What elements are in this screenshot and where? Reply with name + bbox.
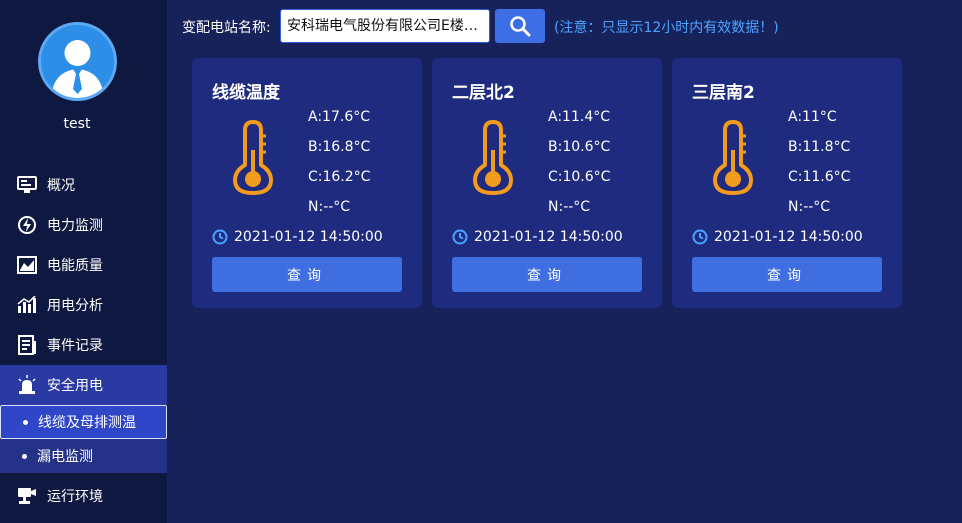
sidebar-item-label: 运行环境 — [47, 489, 103, 505]
sidebar-item-label: 电能质量 — [47, 258, 103, 274]
sidebar-item-overview[interactable]: 概况 — [0, 165, 167, 205]
timestamp: 2021-01-12 14:50:00 — [234, 229, 383, 245]
query-button[interactable]: 查询 — [692, 257, 882, 292]
reading-b: B:10.6°C — [548, 139, 611, 155]
user-avatar-icon — [51, 40, 104, 98]
timestamp-row: 2021-01-12 14:50:00 — [692, 229, 863, 245]
reading-a: A:11.4°C — [548, 109, 610, 125]
sidebar-item-label: 安全用电 — [47, 378, 103, 394]
temperature-card: 线缆温度 A:17.6°C B:16.8°C C:16.2°C N:--°C 2… — [192, 58, 422, 308]
card-title: 线缆温度 — [212, 83, 280, 103]
station-name-label: 变配电站名称: — [182, 20, 271, 36]
search-button[interactable] — [495, 9, 545, 43]
timestamp: 2021-01-12 14:50:00 — [474, 229, 623, 245]
reading-n: N:--°C — [788, 199, 831, 215]
sidebar-item-label: 事件记录 — [47, 338, 103, 354]
readings: A:17.6°C B:16.8°C C:16.2°C N:--°C — [308, 110, 370, 230]
sidebar-subitem-cable-busbar-temp[interactable]: 线缆及母排测温 — [0, 405, 167, 439]
camera-icon — [17, 486, 37, 506]
sidebar-item-power-quality[interactable]: 电能质量 — [0, 245, 167, 285]
timestamp: 2021-01-12 14:50:00 — [714, 229, 863, 245]
card-title: 二层北2 — [452, 83, 515, 103]
sidebar-item-label: 用电分析 — [47, 298, 103, 314]
reading-a: A:11°C — [788, 109, 837, 125]
bar-chart-icon — [17, 295, 37, 315]
station-select[interactable]: 安科瑞电气股份有限公司E楼… — [280, 9, 490, 43]
sidebar-item-label: 电力监测 — [47, 218, 103, 234]
sidebar-item-electrical-safety[interactable]: 安全用电 — [0, 365, 167, 405]
bullet-dot — [23, 419, 28, 425]
thermometer-icon — [708, 120, 758, 200]
sidebar-subitem-label: 线缆及母排测温 — [38, 415, 136, 431]
temperature-card: 三层南2 A:11°C B:11.8°C C:11.6°C N:--°C 202… — [672, 58, 902, 308]
alarm-light-icon — [17, 375, 37, 395]
sidebar-item-usage-analysis[interactable]: 用电分析 — [0, 285, 167, 325]
sidebar-item-operating-environment[interactable]: 运行环境 — [0, 476, 167, 516]
clock-icon — [692, 229, 708, 245]
reading-b: B:11.8°C — [788, 139, 851, 155]
query-button[interactable]: 查询 — [452, 257, 642, 292]
timestamp-row: 2021-01-12 14:50:00 — [212, 229, 383, 245]
notice-text: (注意：只显示12小时内有效数据！) — [554, 20, 779, 36]
reading-n: N:--°C — [548, 199, 591, 215]
readings: A:11.4°C B:10.6°C C:10.6°C N:--°C — [548, 110, 610, 230]
reading-a: A:17.6°C — [308, 109, 370, 125]
query-button[interactable]: 查询 — [212, 257, 402, 292]
thermometer-icon — [468, 120, 518, 200]
sidebar: test 概况 电力监测 电能质量 用电分析 事件记录 安全用电 线缆及母排测温… — [0, 0, 167, 523]
bullet-dot — [22, 453, 27, 459]
sidebar-item-event-log[interactable]: 事件记录 — [0, 325, 167, 365]
readings: A:11°C B:11.8°C C:11.6°C N:--°C — [788, 110, 850, 230]
search-icon — [509, 15, 531, 37]
lightning-icon — [17, 215, 37, 235]
timestamp-row: 2021-01-12 14:50:00 — [452, 229, 623, 245]
reading-c: C:10.6°C — [548, 169, 611, 185]
document-icon — [17, 335, 37, 355]
temperature-card: 二层北2 A:11.4°C B:10.6°C C:10.6°C N:--°C 2… — [432, 58, 662, 308]
area-chart-icon — [17, 255, 37, 275]
thermometer-icon — [228, 120, 278, 200]
reading-n: N:--°C — [308, 199, 351, 215]
reading-c: C:16.2°C — [308, 169, 371, 185]
sidebar-item-power-monitor[interactable]: 电力监测 — [0, 205, 167, 245]
card-title: 三层南2 — [692, 83, 755, 103]
reading-c: C:11.6°C — [788, 169, 851, 185]
clock-icon — [212, 229, 228, 245]
username: test — [63, 116, 91, 132]
sidebar-subitem-label: 漏电监测 — [37, 449, 93, 465]
avatar[interactable] — [38, 22, 117, 101]
monitor-icon — [17, 175, 37, 195]
clock-icon — [452, 229, 468, 245]
sidebar-item-label: 概况 — [47, 178, 75, 194]
reading-b: B:16.8°C — [308, 139, 371, 155]
sidebar-subitem-leakage-monitor[interactable]: 漏电监测 — [0, 439, 167, 473]
